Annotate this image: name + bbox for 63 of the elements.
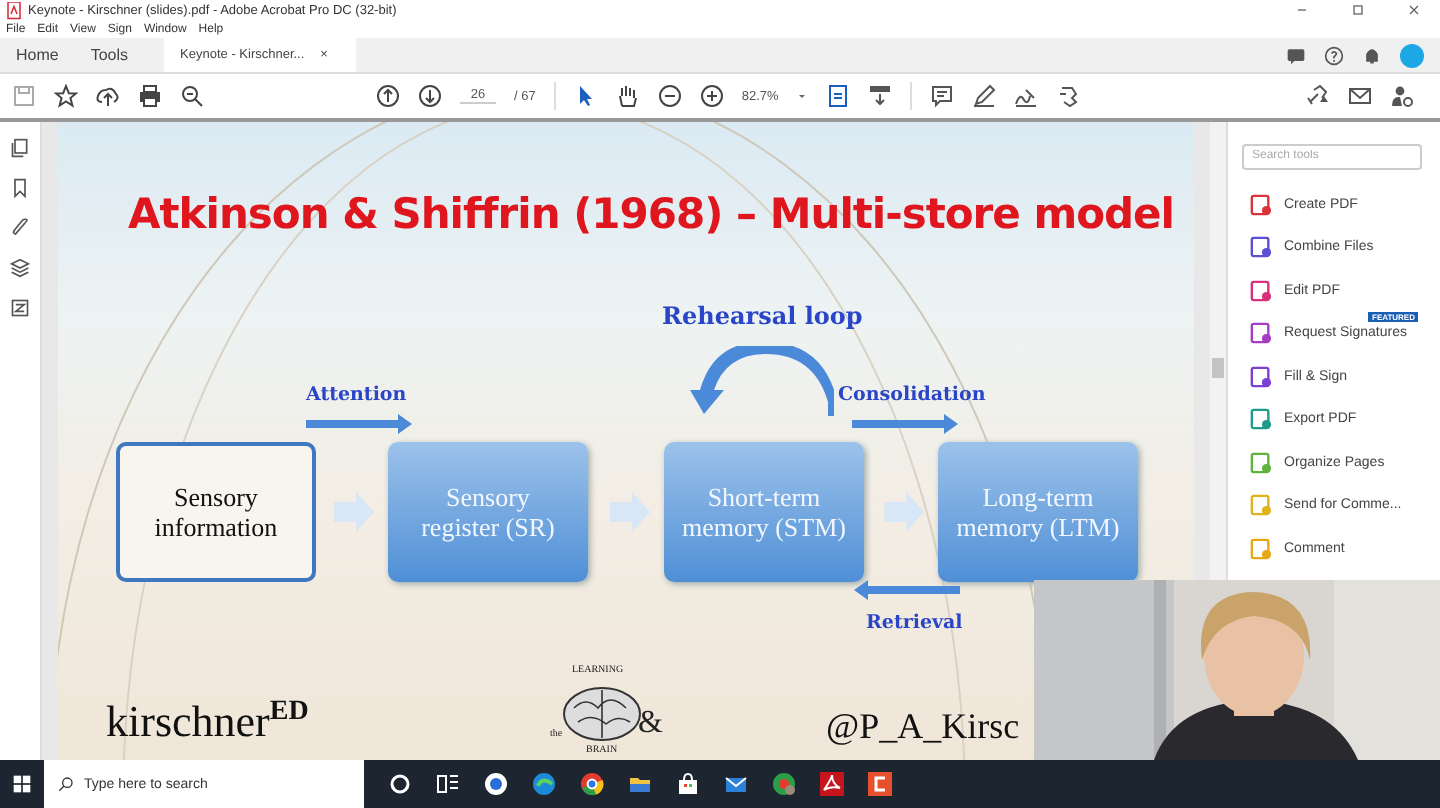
pages-icon[interactable] bbox=[10, 138, 30, 158]
up-circle-icon[interactable] bbox=[376, 84, 400, 108]
right-arrow bbox=[852, 414, 960, 434]
help-icon[interactable] bbox=[1324, 45, 1344, 65]
tab[interactable]: Tools bbox=[74, 38, 145, 72]
app-icon[interactable] bbox=[868, 772, 892, 796]
mail-icon[interactable] bbox=[1348, 84, 1372, 108]
search-icon bbox=[58, 776, 74, 792]
twitter-handle: @P_A_Kirsc bbox=[826, 706, 1020, 748]
flow-arrow bbox=[332, 490, 376, 534]
slide-title: Atkinson & Shiffrin (1968) – Multi-store model bbox=[128, 190, 1174, 238]
process-box: Sensory information bbox=[116, 442, 316, 582]
arrow-label: Rehearsal loop bbox=[662, 302, 863, 330]
zoom-out-icon[interactable] bbox=[180, 84, 204, 108]
maximize-icon[interactable] bbox=[1350, 2, 1366, 18]
task-view-icon[interactable] bbox=[436, 772, 460, 796]
layers-icon[interactable] bbox=[10, 258, 30, 278]
cortana-icon[interactable] bbox=[388, 772, 412, 796]
right-arrow bbox=[306, 414, 414, 434]
hand-icon[interactable] bbox=[615, 84, 640, 108]
star-icon[interactable] bbox=[54, 84, 78, 108]
sign-icon[interactable] bbox=[1014, 84, 1039, 108]
left-arrow bbox=[852, 580, 960, 600]
pen-icon[interactable] bbox=[972, 84, 997, 108]
brain-drawing bbox=[562, 684, 642, 744]
minus-circle-icon[interactable] bbox=[657, 84, 682, 108]
bell-icon[interactable] bbox=[1362, 45, 1382, 65]
bookmark-icon[interactable] bbox=[10, 178, 30, 198]
caret-icon[interactable] bbox=[796, 90, 809, 102]
pdf-icon[interactable] bbox=[6, 1, 22, 19]
page-fit-icon[interactable] bbox=[826, 84, 851, 108]
link-icon[interactable] bbox=[1306, 84, 1330, 108]
logo-text: & bbox=[638, 706, 663, 742]
tab[interactable]: Home bbox=[0, 38, 75, 72]
flow-arrow bbox=[882, 490, 926, 534]
arrow-label: Consolidation bbox=[838, 384, 986, 406]
process-box: Long-term memory (LTM) bbox=[938, 442, 1138, 582]
stamp-icon[interactable] bbox=[1056, 84, 1081, 108]
scrollbar[interactable] bbox=[1210, 122, 1226, 582]
circle-app-icon[interactable] bbox=[484, 772, 508, 796]
brand-logo: kirschner$^{ED}$ bbox=[106, 696, 309, 748]
down-circle-icon[interactable] bbox=[418, 84, 442, 108]
upload-icon[interactable] bbox=[96, 84, 120, 108]
process-box: Short-term memory (STM) bbox=[664, 442, 864, 582]
form-icon[interactable] bbox=[10, 298, 30, 318]
folder-icon[interactable] bbox=[628, 772, 652, 796]
arrow-label: Retrieval bbox=[866, 612, 963, 634]
comment-icon[interactable] bbox=[930, 84, 955, 108]
mail-app-icon[interactable] bbox=[724, 772, 748, 796]
chrome-icon[interactable] bbox=[580, 772, 604, 796]
plus-circle-icon[interactable] bbox=[699, 84, 724, 108]
chat-icon[interactable] bbox=[1286, 45, 1306, 65]
scroll-mode-icon[interactable] bbox=[868, 84, 893, 108]
process-box: Sensory register (SR) bbox=[388, 442, 588, 582]
store-icon[interactable] bbox=[676, 772, 700, 796]
arrow-label: Attention bbox=[306, 384, 407, 406]
flow-arrow bbox=[608, 490, 652, 534]
windows-icon[interactable] bbox=[12, 774, 32, 794]
print-icon[interactable] bbox=[138, 84, 162, 108]
close-icon[interactable] bbox=[1406, 2, 1422, 18]
acrobat-icon[interactable] bbox=[820, 772, 844, 796]
loop-arrow bbox=[690, 346, 834, 418]
user-settings-icon[interactable] bbox=[1390, 84, 1414, 108]
